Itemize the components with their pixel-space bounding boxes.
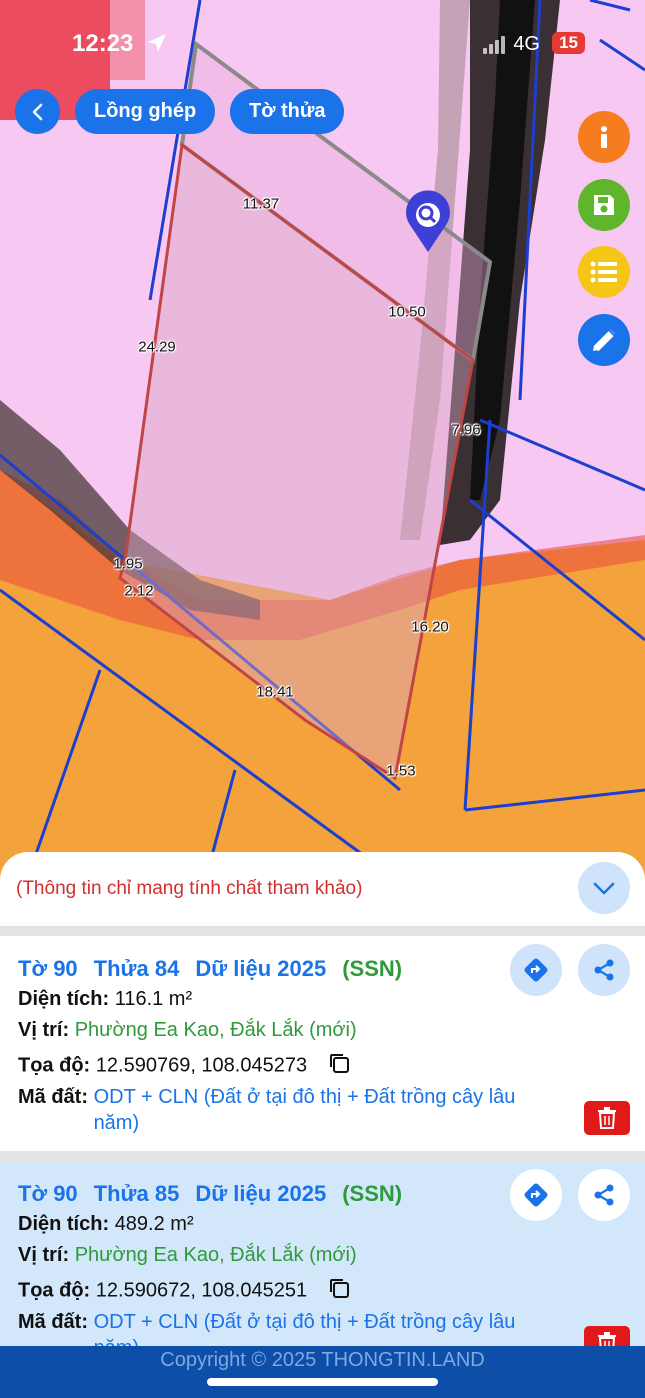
delete-button[interactable] (584, 1101, 630, 1135)
parcel-card[interactable]: Tờ 90 Thửa 85 Dữ liệu 2025 (SSN) Diện tích:… (0, 1161, 645, 1346)
sheet-number: Tờ 90 (18, 956, 78, 981)
segment-length-label: 24.29 (138, 338, 176, 356)
status-time: 12:23 (72, 30, 134, 57)
copy-icon[interactable] (327, 1276, 351, 1306)
arrow-left-icon (32, 103, 42, 120)
save-icon (594, 195, 614, 215)
trash-icon (598, 1107, 616, 1129)
directions-button[interactable] (510, 1169, 562, 1221)
parcel-title: Tờ 90 Thửa 84 Dữ liệu 2025 (SSN) (18, 956, 402, 982)
divider (0, 926, 645, 936)
share-button[interactable] (578, 1169, 630, 1221)
measure-button[interactable] (578, 314, 630, 366)
list-button[interactable] (578, 246, 630, 298)
plot-number: Thửa 85 (93, 1181, 180, 1206)
share-button[interactable] (578, 944, 630, 996)
land-code-value: ODT + CLN (Đất ở tại đô thị + Đất trồng … (93, 1311, 516, 1346)
coords-value: 12.590769, 108.045273 (95, 1054, 308, 1077)
location-row: Vị trí: Phường Ea Kao, Đắk Lắk (mới) (18, 1019, 357, 1042)
sheet-plot-button[interactable]: Tờ thửa (230, 89, 345, 134)
area-label: Diện tích: (18, 988, 110, 1010)
map-canvas[interactable] (0, 0, 645, 900)
battery-level: 15 (552, 32, 585, 54)
info-panel: (Thông tin chỉ mang tính chất tham khảo)… (0, 852, 645, 1346)
parcel-card[interactable]: Tờ 90 Thửa 84 Dữ liệu 2025 (SSN) Diện tích:… (0, 936, 645, 1151)
segment-length-label: 16.20 (411, 618, 449, 636)
copyright-text: Copyright © 2025 THONGTIN.LAND (160, 1349, 485, 1371)
trash-icon (598, 1332, 616, 1346)
land-code-row: Mã đất: ODT + CLN (Đất ở tại đô thị + Đấ… (18, 1309, 563, 1346)
data-source: (SSN) (342, 1181, 403, 1206)
delete-button[interactable] (584, 1326, 630, 1346)
segment-length-label: 18.41 (256, 683, 294, 701)
status-indicators: 4G (483, 33, 540, 56)
land-code-value: ODT + CLN (Đất ở tại đô thị + Đất trồng … (93, 1086, 516, 1134)
share-icon (594, 959, 614, 981)
segment-length-label: 1.95 (113, 555, 143, 573)
footer: Copyright © 2025 THONGTIN.LAND (0, 1346, 645, 1398)
land-code-label: Mã đất: (18, 1086, 88, 1108)
data-year: Dữ liệu 2025 (195, 956, 327, 981)
back-button[interactable] (15, 89, 60, 134)
measure-icon (593, 328, 616, 351)
coords-row: Tọa độ: 12.590769, 108.045273 (18, 1051, 351, 1081)
area-row: Diện tích: 116.1 m² (18, 988, 192, 1011)
coords-label: Tọa độ: (18, 1054, 91, 1077)
segment-length-label: 1.53 (386, 762, 416, 780)
collapse-panel-button[interactable] (578, 862, 630, 914)
area-label: Diện tích: (18, 1213, 110, 1235)
signal-icon (483, 35, 506, 54)
list-icon (590, 261, 617, 283)
parcel-title: Tờ 90 Thửa 85 Dữ liệu 2025 (SSN) (18, 1181, 402, 1207)
location-label: Vị trí: (18, 1019, 70, 1041)
network-type: 4G (513, 33, 540, 55)
coords-value: 12.590672, 108.045251 (95, 1279, 308, 1302)
land-code-row: Mã đất: ODT + CLN (Đất ở tại đô thị + Đấ… (18, 1084, 563, 1136)
land-code-label: Mã đất: (18, 1311, 88, 1333)
divider (0, 1151, 645, 1161)
plot-number: Thửa 84 (93, 956, 180, 981)
segment-length-label: 10.50 (388, 303, 426, 321)
coords-label: Tọa độ: (18, 1279, 91, 1302)
info-icon (601, 126, 607, 148)
location-value: Phường Ea Kao, Đắk Lắk (mới) (74, 1019, 357, 1041)
location-row: Vị trí: Phường Ea Kao, Đắk Lắk (mới) (18, 1244, 357, 1267)
home-indicator[interactable] (207, 1378, 438, 1386)
reference-notice: (Thông tin chỉ mang tính chất tham khảo) (16, 878, 363, 899)
share-icon (594, 1184, 614, 1206)
location-value: Phường Ea Kao, Đắk Lắk (mới) (74, 1244, 357, 1266)
sheet-number: Tờ 90 (18, 1181, 78, 1206)
coords-row: Tọa độ: 12.590672, 108.045251 (18, 1276, 351, 1306)
location-arrow-icon (146, 32, 168, 60)
overlay-button[interactable]: Lồng ghép (75, 89, 216, 134)
info-button[interactable] (578, 111, 630, 163)
directions-icon (524, 1183, 548, 1207)
location-label: Vị trí: (18, 1244, 70, 1266)
directions-icon (524, 958, 548, 982)
data-year: Dữ liệu 2025 (195, 1181, 327, 1206)
segment-length-label: 2.12 (124, 582, 154, 600)
segment-length-label: 11.37 (242, 195, 280, 213)
area-value: 116.1 m² (114, 988, 193, 1010)
copy-icon[interactable] (327, 1051, 351, 1081)
area-value: 489.2 m² (114, 1213, 194, 1235)
directions-button[interactable] (510, 944, 562, 996)
data-source: (SSN) (342, 956, 403, 981)
map-view[interactable]: 11.37 10.50 24.29 7.96 1.95 2.12 16.20 1… (0, 0, 645, 900)
area-row: Diện tích: 489.2 m² (18, 1213, 194, 1236)
save-button[interactable] (578, 179, 630, 231)
chevron-down-icon (593, 882, 615, 895)
segment-length-label: 7.96 (451, 421, 481, 439)
